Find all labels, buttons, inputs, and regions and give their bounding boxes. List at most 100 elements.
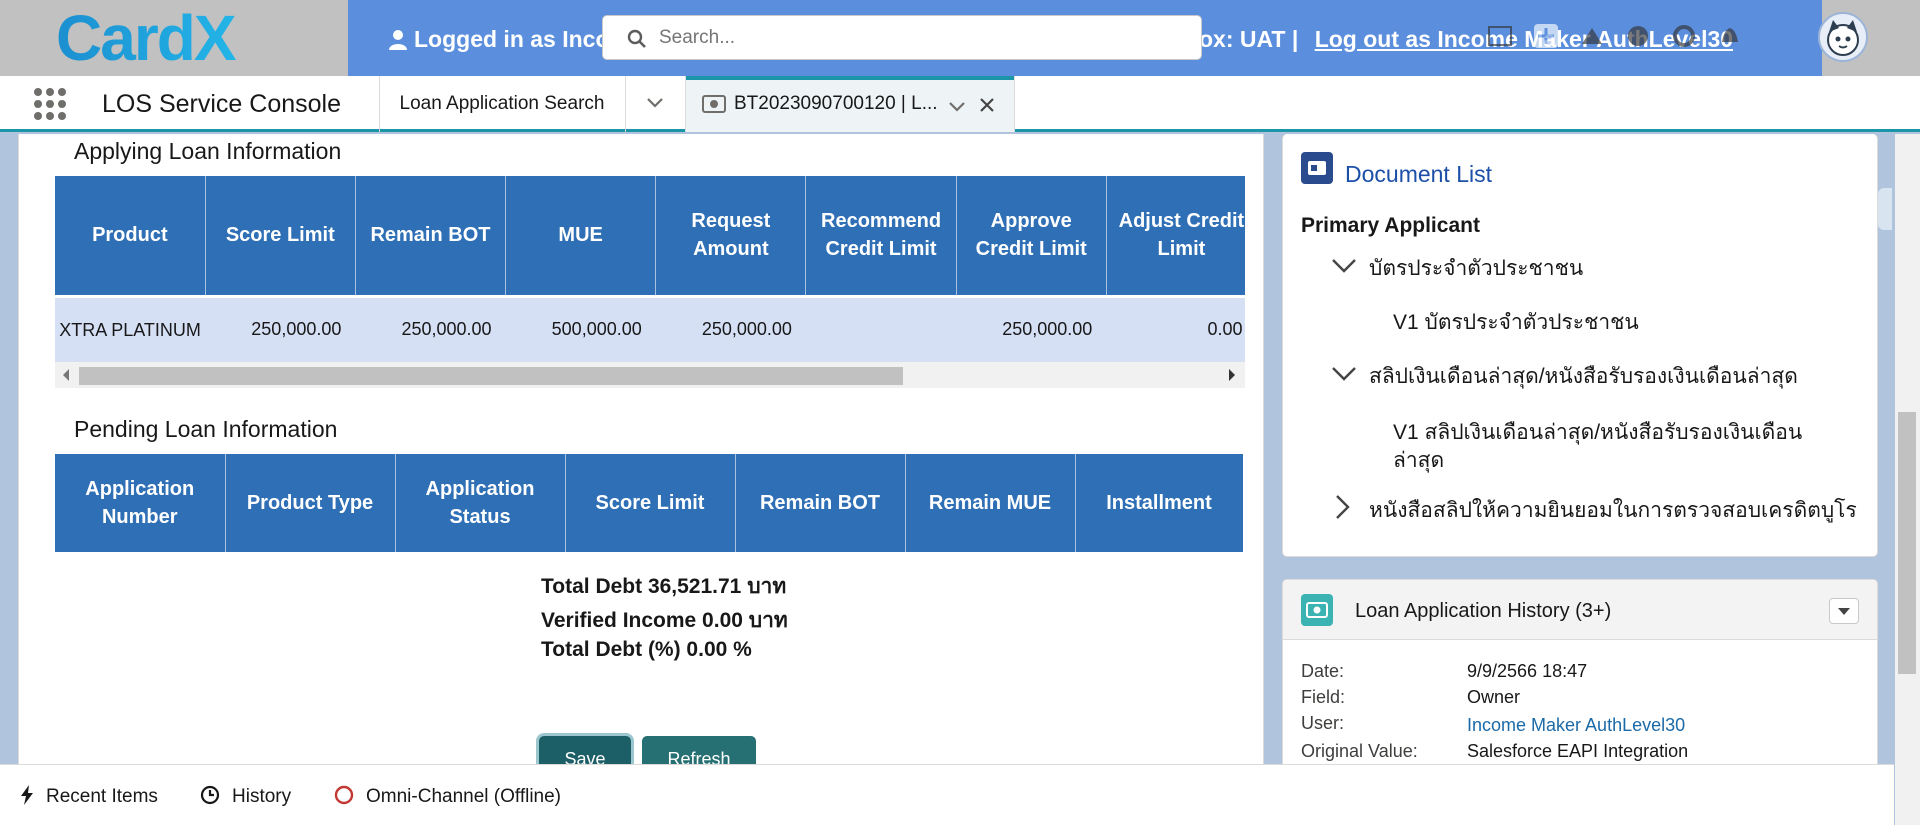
table-header-row: Application Number Product Type Applicat… bbox=[55, 454, 1243, 552]
utility-history[interactable]: History bbox=[200, 785, 291, 808]
table-cell: 250,000.00 bbox=[355, 296, 506, 362]
refresh-button[interactable]: Refresh bbox=[642, 736, 756, 764]
table-cell: XTRA PLATINUM bbox=[55, 296, 206, 362]
document-list-title[interactable]: Document List bbox=[1345, 161, 1492, 188]
history-field-label: Field: bbox=[1301, 687, 1346, 707]
bolt-icon bbox=[21, 785, 33, 805]
svg-text:CardX: CardX bbox=[56, 6, 237, 70]
table-cell: 250,000.00 bbox=[655, 296, 806, 362]
search-icon bbox=[627, 29, 646, 48]
history-date-label: Date: bbox=[1301, 661, 1345, 681]
document-folder-item[interactable]: สลิปเงินเดือนล่าสุด/หนังสือรับรองเงินเดื… bbox=[1369, 360, 1798, 393]
add-icon[interactable] bbox=[1532, 22, 1560, 50]
table-cell: 250,000.00 bbox=[956, 296, 1107, 362]
column-header: Score Limit bbox=[205, 176, 356, 296]
cardx-logo: CardX bbox=[56, 6, 239, 70]
active-tab-label: BT2023090700120 | L... bbox=[734, 93, 938, 114]
notifications-bell-icon[interactable] bbox=[1716, 22, 1744, 50]
history-date-value: 9/9/2566 18:47 bbox=[1467, 661, 1588, 681]
clock-icon bbox=[200, 785, 220, 805]
history-original-value: Salesforce EAPI Integration bbox=[1467, 741, 1689, 761]
pending-loan-table: Application Number Product Type Applicat… bbox=[55, 454, 1243, 552]
document-file-item[interactable]: V1 บัตรประจำตัวประชาชน bbox=[1393, 306, 1639, 339]
document-list-card: Document List Primary Applicant บัตรประจ… bbox=[1282, 134, 1878, 557]
main-content: Applying Loan Information Product Score … bbox=[18, 134, 1264, 764]
utility-omni-channel-label: Omni-Channel (Offline) bbox=[366, 786, 562, 807]
column-header: Installment bbox=[1075, 454, 1243, 552]
table-cell: 0.00 bbox=[1106, 296, 1245, 362]
history-title[interactable]: Loan Application History (3+) bbox=[1355, 600, 1611, 623]
table-row: XTRA PLATINUM 250,000.00 250,000.00 500,… bbox=[55, 296, 1245, 362]
logged-in-text: Logged in as Inco bbox=[414, 26, 610, 52]
utility-bar: Recent Items History Omni-Channel (Offli… bbox=[0, 764, 1894, 825]
column-header: Score Limit bbox=[565, 454, 736, 552]
history-dropdown-button[interactable] bbox=[1829, 598, 1859, 624]
console-navbar: LOS Service Console Loan Application Sea… bbox=[0, 76, 1920, 132]
document-folder-item[interactable]: หนังสือสลิปให้ความยินยอมในการตรวจสอบเครด… bbox=[1369, 494, 1857, 527]
favorites-icon[interactable] bbox=[1486, 22, 1514, 50]
avatar-icon bbox=[1827, 20, 1859, 56]
global-search[interactable] bbox=[602, 15, 1202, 60]
column-header: Recommend Credit Limit bbox=[805, 176, 957, 296]
user-icon bbox=[389, 30, 407, 50]
chevron-down-icon[interactable] bbox=[1331, 364, 1357, 384]
history-user-link[interactable]: Income Maker AuthLevel30 bbox=[1467, 715, 1685, 736]
money-icon bbox=[702, 95, 726, 113]
table-header-row: Product Score Limit Remain BOT MUE Reque… bbox=[55, 176, 1245, 296]
column-header: Adjust Credit Limit bbox=[1106, 176, 1245, 296]
pending-loan-title: Pending Loan Information bbox=[74, 416, 338, 442]
applying-loan-title: Applying Loan Information bbox=[74, 138, 342, 164]
save-button[interactable]: Save bbox=[539, 736, 631, 764]
document-folder-item[interactable]: บัตรประจำตัวประชาชน bbox=[1369, 252, 1583, 285]
verified-income: Verified Income 0.00 บาท bbox=[541, 609, 788, 632]
utility-recent-items[interactable]: Recent Items bbox=[20, 785, 158, 808]
scroll-left-arrow-icon[interactable] bbox=[63, 369, 69, 381]
scrollbar-thumb[interactable] bbox=[79, 367, 903, 385]
document-icon bbox=[1301, 152, 1333, 184]
setup-gear-icon[interactable] bbox=[1670, 22, 1698, 50]
help-icon[interactable] bbox=[1624, 22, 1652, 50]
column-header: Product Type bbox=[225, 454, 396, 552]
column-header: Remain BOT bbox=[735, 454, 906, 552]
column-header: Product bbox=[55, 176, 206, 296]
tab-loan-application-search[interactable]: Loan Application Search bbox=[380, 76, 624, 132]
total-debt: Total Debt 36,521.71 บาท bbox=[541, 575, 787, 598]
applying-loan-table: Product Score Limit Remain BOT MUE Reque… bbox=[55, 176, 1245, 362]
document-file-item[interactable]: V1 สลิปเงินเดือนล่าสุด/หนังสือรับรองเงิน… bbox=[1393, 416, 1802, 449]
history-user-label: User: bbox=[1301, 713, 1345, 733]
close-icon[interactable] bbox=[978, 96, 996, 114]
table-cell: 500,000.00 bbox=[505, 296, 656, 362]
logo-area: CardX bbox=[0, 0, 348, 76]
pending-loan-table-wrapper: Application Number Product Type Applicat… bbox=[55, 454, 1243, 554]
utility-omni-channel[interactable]: Omni-Channel (Offline) bbox=[334, 785, 561, 808]
app-launcher-icon[interactable] bbox=[34, 88, 66, 120]
history-field-value: Owner bbox=[1467, 687, 1521, 707]
chevron-down-icon[interactable] bbox=[948, 97, 966, 115]
scrollbar-thumb[interactable] bbox=[1898, 412, 1916, 674]
chevron-right-icon[interactable] bbox=[1333, 494, 1353, 520]
trailhead-icon[interactable] bbox=[1578, 22, 1606, 50]
table-cell: 250,000.00 bbox=[205, 296, 356, 362]
scroll-right-arrow-icon[interactable] bbox=[1229, 369, 1235, 381]
utility-history-label: History bbox=[232, 786, 292, 807]
column-header: Remain BOT bbox=[355, 176, 507, 296]
applying-loan-table-wrapper: Product Score Limit Remain BOT MUE Reque… bbox=[55, 176, 1245, 388]
app-name: LOS Service Console bbox=[102, 90, 342, 118]
chevron-down-icon[interactable] bbox=[1331, 256, 1357, 276]
column-header: Application Status bbox=[395, 454, 566, 552]
column-header: Application Number bbox=[55, 454, 226, 552]
column-header: Request Amount bbox=[655, 176, 807, 296]
side-panel-toggle[interactable] bbox=[1878, 188, 1892, 230]
search-input[interactable] bbox=[659, 24, 1179, 52]
horizontal-scrollbar[interactable] bbox=[55, 362, 1245, 388]
table-cell bbox=[805, 296, 957, 362]
tab-loan-application-record[interactable]: BT2023090700120 | L... bbox=[686, 76, 1014, 132]
column-header: Approve Credit Limit bbox=[956, 176, 1107, 296]
vertical-scrollbar[interactable] bbox=[1895, 134, 1920, 825]
total-debt-percent: Total Debt (%) 0.00 % bbox=[541, 638, 752, 661]
tab-overflow-menu[interactable] bbox=[626, 76, 684, 132]
user-avatar[interactable] bbox=[1818, 12, 1868, 62]
global-actions bbox=[1486, 22, 1744, 50]
offline-status-icon bbox=[334, 785, 354, 805]
money-icon bbox=[1301, 594, 1333, 626]
